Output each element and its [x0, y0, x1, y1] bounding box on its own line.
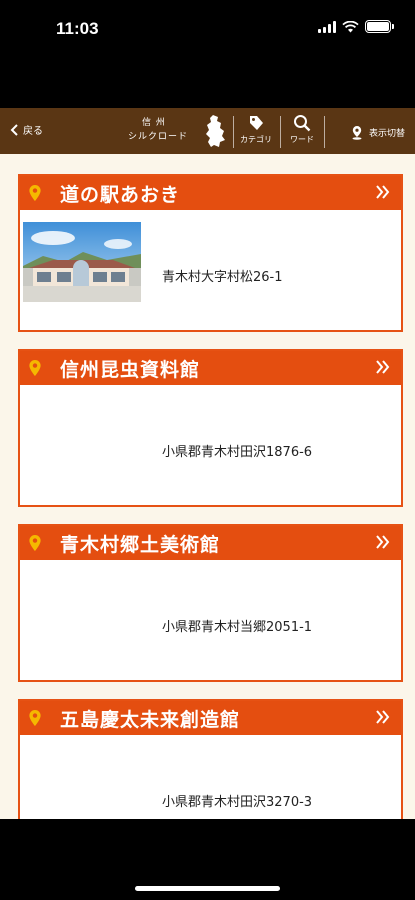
spot-address: 青木村大字村松26-1: [162, 270, 283, 285]
spot-card-body: 青木村大字村松26-1: [20, 210, 401, 330]
app-logo: 信 州 シルクロード: [128, 114, 226, 148]
category-button[interactable]: カテゴリ: [234, 114, 278, 145]
spot-card-body: 小県郡青木村田沢3270-3: [20, 735, 401, 819]
spot-card-body: 小県郡青木村田沢1876-6: [20, 385, 401, 505]
tag-icon: [250, 116, 263, 130]
location-pin-icon: [29, 185, 41, 201]
nagano-map-icon: [206, 115, 225, 147]
logo-line1: 信 州: [142, 118, 166, 128]
spot-card-body: 小県郡青木村当郷2051-1: [20, 560, 401, 680]
cellular-signal-icon: [318, 20, 336, 33]
spot-photo: [23, 222, 141, 302]
spot-name: 五島慶太未来創造館: [60, 708, 241, 731]
status-time: 11:03: [56, 19, 99, 38]
word-label: ワード: [290, 135, 314, 144]
spot-address: 小県郡青木村田沢3270-3: [162, 795, 313, 810]
home-indicator-area: [0, 819, 415, 900]
display-toggle-label: 表示切替: [368, 129, 405, 139]
logo-line2: シルクロード: [128, 132, 189, 142]
double-chevron-right-icon: [376, 710, 390, 724]
map-pin-icon: [352, 126, 362, 140]
back-button[interactable]: 戻る: [10, 122, 43, 137]
battery-icon: [365, 20, 394, 33]
location-pin-icon: [29, 710, 41, 726]
spot-name: 青木村郷土美術館: [60, 533, 221, 556]
status-bar: 11:03: [0, 0, 415, 108]
navigation-bar: 戻る 信 州 シルクロード カテゴリ ワード 表示切替: [0, 108, 415, 154]
spot-name: 道の駅あおき: [60, 183, 181, 206]
status-icons: [318, 20, 394, 33]
spot-card-header[interactable]: 五島慶太未来創造館: [20, 701, 401, 735]
display-toggle-button[interactable]: 表示切替: [351, 125, 405, 140]
spot-card[interactable]: 信州昆虫資料館 小県郡青木村田沢1876-6: [18, 349, 403, 507]
spot-name: 信州昆虫資料館: [60, 358, 201, 381]
chevron-left-icon: [10, 123, 18, 136]
word-search-button[interactable]: ワード: [280, 114, 324, 145]
spot-card-header[interactable]: 道の駅あおき: [20, 176, 401, 210]
location-pin-icon: [29, 535, 41, 551]
double-chevron-right-icon: [376, 185, 390, 199]
spot-address: 小県郡青木村田沢1876-6: [162, 445, 313, 460]
wifi-icon: [342, 20, 359, 32]
double-chevron-right-icon: [376, 360, 390, 374]
spot-list: 道の駅あおき 青木村大字村松26-1 信州昆虫資料館 小県郡青木村田沢1876-…: [0, 154, 415, 819]
spot-card-header[interactable]: 信州昆虫資料館: [20, 351, 401, 385]
location-pin-icon: [29, 360, 41, 376]
spot-card-header[interactable]: 青木村郷土美術館: [20, 526, 401, 560]
spot-card[interactable]: 五島慶太未来創造館 小県郡青木村田沢3270-3: [18, 699, 403, 819]
spot-card[interactable]: 道の駅あおき 青木村大字村松26-1: [18, 174, 403, 332]
spot-address: 小県郡青木村当郷2051-1: [162, 620, 313, 635]
home-indicator[interactable]: [135, 886, 280, 891]
spot-card[interactable]: 青木村郷土美術館 小県郡青木村当郷2051-1: [18, 524, 403, 682]
back-label: 戻る: [23, 126, 43, 137]
search-icon: [294, 115, 311, 132]
nav-divider: [324, 116, 325, 148]
category-label: カテゴリ: [240, 135, 272, 144]
double-chevron-right-icon: [376, 535, 390, 549]
